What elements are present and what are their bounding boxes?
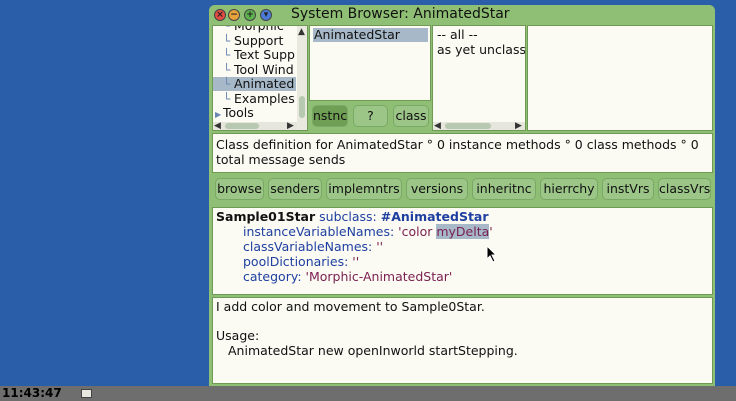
- tree-branch-icon: └: [223, 77, 231, 91]
- category-item[interactable]: └ Animated: [213, 77, 296, 91]
- inst-vars-button[interactable]: instVrs: [602, 178, 654, 200]
- category-list[interactable]: └ Morphic └ Support └ Text Supp └ Tool Wind └ Ani…: [212, 25, 308, 131]
- subclass-keyword: subclass:: [319, 209, 377, 224]
- help-button[interactable]: ?: [353, 105, 388, 127]
- scroll-up-icon[interactable]: ▲: [298, 28, 305, 37]
- category-label: Animated: [234, 76, 295, 91]
- ivar-string-start: 'color: [398, 224, 437, 239]
- expand-icon[interactable]: +: [244, 9, 256, 21]
- category-item[interactable]: └ Examples: [213, 90, 296, 106]
- inheritance-button[interactable]: inheritnc: [472, 178, 536, 200]
- category-item[interactable]: └ Text Supp: [213, 47, 296, 63]
- senders-button[interactable]: senders: [268, 178, 322, 200]
- tree-branch-icon: └: [223, 25, 231, 33]
- clock: 11:43:47: [2, 386, 62, 400]
- versions-button[interactable]: versions: [406, 178, 468, 200]
- tree-branch-icon: └: [223, 33, 231, 48]
- protocol-hscroll[interactable]: ◀ ▶: [433, 122, 525, 130]
- category-label: Text Supp: [234, 47, 295, 62]
- instance-button[interactable]: nstnc: [312, 105, 348, 127]
- class-item[interactable]: AnimatedStar: [313, 28, 428, 42]
- tree-branch-icon: └: [223, 62, 231, 77]
- tree-branch-icon: └: [223, 91, 231, 106]
- hscroll-thumb[interactable]: [445, 123, 491, 129]
- implementors-button[interactable]: implemntrs: [326, 178, 402, 200]
- tree-branch-icon: └: [223, 48, 231, 62]
- cvar-value: '': [376, 239, 384, 254]
- minimize-icon[interactable]: −: [228, 9, 240, 21]
- mouse-pointer-icon: [486, 245, 498, 263]
- browse-button[interactable]: browse: [215, 178, 264, 200]
- category-label: Examples: [234, 90, 295, 106]
- expand-triangle-icon[interactable]: ▶: [213, 108, 223, 122]
- category-item[interactable]: ▶ Tools: [213, 106, 296, 122]
- category-value: 'Morphic-AnimatedStar': [305, 269, 453, 284]
- category-item[interactable]: └ Tool Wind: [213, 61, 296, 77]
- category-scrollbar[interactable]: ▲: [297, 26, 307, 130]
- category-item[interactable]: └ Support: [213, 32, 296, 48]
- ivar-selected-text[interactable]: myDelta: [436, 224, 490, 239]
- cvar-keyword: classVariableNames:: [243, 239, 373, 254]
- superclass-name: Sample01Star: [216, 209, 316, 224]
- comment-line: Usage:: [216, 328, 260, 343]
- scroll-thumb[interactable]: [299, 96, 305, 118]
- class-symbol: #AnimatedStar: [380, 209, 489, 224]
- category-label: Tools: [223, 105, 254, 120]
- category-label: Tool Wind: [234, 61, 294, 77]
- class-comment-pane[interactable]: I add color and movement to Sample0Star.…: [212, 297, 713, 384]
- method-list[interactable]: [527, 25, 713, 131]
- menu-icon[interactable]: ▾: [260, 9, 272, 21]
- scroll-right-icon[interactable]: ▶: [287, 122, 294, 131]
- scroll-right-icon[interactable]: ▶: [515, 122, 522, 131]
- class-list[interactable]: AnimatedStar: [309, 25, 431, 101]
- system-browser-window: × − + ▾ System Browser: AnimatedStar └ Mo…: [209, 5, 715, 386]
- category-hscroll[interactable]: ◀ ▶: [213, 122, 297, 130]
- protocol-item[interactable]: -- all --: [437, 28, 478, 42]
- ivar-keyword: instanceVariableNames:: [243, 224, 395, 239]
- window-title: System Browser: AnimatedStar: [291, 6, 510, 22]
- comment-line: I add color and movement to Sample0Star.: [216, 299, 485, 314]
- scroll-left-icon[interactable]: ◀: [434, 122, 441, 131]
- pool-value: '': [352, 254, 360, 269]
- code-editor[interactable]: Sample01Star subclass: #AnimatedStar ins…: [212, 207, 713, 295]
- comment-line: AnimatedStar new openInworld startSteppi…: [228, 343, 518, 358]
- window-task-icon[interactable]: [81, 389, 92, 398]
- class-info-text: Class definition for AnimatedStar ° 0 in…: [216, 137, 699, 167]
- protocol-list[interactable]: -- all -- as yet unclass ◀ ▶: [432, 25, 526, 131]
- category-keyword: category:: [243, 269, 302, 284]
- window-titlebar[interactable]: × − + ▾ System Browser: AnimatedStar: [209, 5, 715, 25]
- category-label: Support: [234, 32, 284, 48]
- scroll-left-icon[interactable]: ◀: [214, 122, 221, 131]
- hscroll-thumb[interactable]: [225, 123, 259, 129]
- pool-keyword: poolDictionaries:: [243, 254, 349, 269]
- close-icon[interactable]: ×: [214, 9, 226, 21]
- hierarchy-button[interactable]: hierrchy: [540, 178, 598, 200]
- class-vars-button[interactable]: classVrs: [658, 178, 711, 200]
- taskbar: 11:43:47: [0, 386, 736, 401]
- ivar-string-end: ': [489, 224, 493, 239]
- protocol-item[interactable]: as yet unclass: [437, 43, 525, 57]
- class-side-button[interactable]: class: [393, 105, 429, 127]
- tool-button-bar: browse senders implemntrs versions inher…: [212, 175, 713, 205]
- class-info-pane: Class definition for AnimatedStar ° 0 in…: [212, 133, 713, 173]
